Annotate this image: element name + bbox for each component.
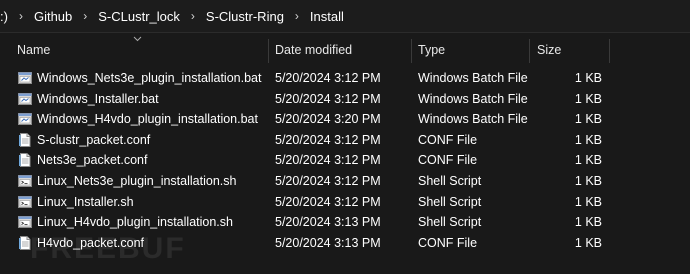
column-header-name[interactable]: Name bbox=[17, 37, 50, 63]
file-type: Shell Script bbox=[418, 215, 482, 230]
batch-file-icon bbox=[18, 112, 32, 126]
file-name: Linux_Installer.sh bbox=[37, 194, 134, 209]
file-row[interactable]: Linux_H4vdo_plugin_installation.sh 5/20/2… bbox=[0, 212, 690, 233]
file-row[interactable]: Linux_Nets3e_plugin_installation.sh 5/20/… bbox=[0, 171, 690, 192]
breadcrumb-item-github[interactable]: Github bbox=[30, 9, 76, 24]
breadcrumb: :) › Github › S-CLustr_lock › S-Clustr-R… bbox=[0, 0, 690, 33]
breadcrumb-item-drive[interactable]: :) bbox=[0, 9, 12, 24]
file-date-modified: 5/20/2024 3:12 PM bbox=[275, 132, 381, 147]
column-divider[interactable] bbox=[609, 39, 610, 63]
file-name: Nets3e_packet.conf bbox=[37, 153, 148, 168]
column-divider[interactable] bbox=[411, 39, 412, 63]
batch-file-icon bbox=[18, 92, 32, 106]
file-size: 1 KB bbox=[574, 194, 602, 209]
column-header-row: Name Date modified Type Size bbox=[0, 36, 690, 63]
chevron-right-icon[interactable]: › bbox=[288, 9, 306, 23]
file-row[interactable]: H4vdo_packet.conf 5/20/2024 3:13 PM CONF F… bbox=[0, 233, 690, 254]
column-header-type[interactable]: Type bbox=[418, 37, 445, 63]
file-list: Windows_Nets3e_plugin_installation.bat 5/… bbox=[0, 68, 690, 253]
file-type: CONF File bbox=[418, 153, 478, 168]
file-explorer-window: :) › Github › S-CLustr_lock › S-Clustr-R… bbox=[0, 0, 690, 274]
shell-script-icon bbox=[18, 215, 32, 229]
column-header-date[interactable]: Date modified bbox=[275, 37, 352, 63]
file-date-modified: 5/20/2024 3:12 PM bbox=[275, 71, 381, 85]
file-type: Windows Batch File bbox=[418, 71, 528, 85]
file-name: S-clustr_packet.conf bbox=[37, 132, 151, 147]
file-date-modified: 5/20/2024 3:12 PM bbox=[275, 194, 381, 209]
file-row[interactable]: Linux_Installer.sh 5/20/2024 3:12 PM Shell… bbox=[0, 192, 690, 213]
file-date-modified: 5/20/2024 3:12 PM bbox=[275, 91, 381, 106]
column-divider[interactable] bbox=[529, 39, 530, 63]
file-date-modified: 5/20/2024 3:13 PM bbox=[275, 215, 381, 230]
file-type: CONF File bbox=[418, 235, 478, 250]
chevron-right-icon[interactable]: › bbox=[76, 9, 94, 23]
batch-file-icon bbox=[18, 71, 32, 85]
file-name: Windows_H4vdo_plugin_installation.bat bbox=[37, 112, 258, 127]
file-row[interactable]: Windows_Nets3e_plugin_installation.bat 5/… bbox=[0, 68, 690, 89]
file-type: Windows Batch File bbox=[418, 91, 528, 106]
breadcrumb-item-s-clustr-lock[interactable]: S-CLustr_lock bbox=[94, 9, 184, 24]
file-row[interactable]: S-clustr_packet.conf 5/20/2024 3:12 PM CON… bbox=[0, 130, 690, 151]
conf-file-icon bbox=[18, 235, 32, 250]
file-row[interactable]: Windows_Installer.bat 5/20/2024 3:12 PM Wi… bbox=[0, 89, 690, 110]
file-size: 1 KB bbox=[574, 235, 602, 250]
shell-script-icon bbox=[18, 174, 32, 188]
file-size: 1 KB bbox=[574, 215, 602, 230]
file-size: 1 KB bbox=[574, 91, 602, 106]
file-type: Shell Script bbox=[418, 194, 482, 209]
file-type: Windows Batch File bbox=[418, 112, 528, 127]
file-size: 1 KB bbox=[574, 173, 602, 188]
file-size: 1 KB bbox=[574, 153, 602, 168]
file-name: Windows_Installer.bat bbox=[37, 91, 159, 106]
breadcrumb-item-s-clustr-ring[interactable]: S-Clustr-Ring bbox=[202, 9, 288, 24]
column-header-size[interactable]: Size bbox=[537, 37, 561, 63]
file-name: Linux_H4vdo_plugin_installation.sh bbox=[37, 215, 233, 230]
file-row[interactable]: Nets3e_packet.conf 5/20/2024 3:12 PM CONF … bbox=[0, 150, 690, 171]
file-size: 1 KB bbox=[574, 132, 602, 147]
file-size: 1 KB bbox=[574, 112, 602, 127]
file-size: 1 KB bbox=[574, 71, 602, 85]
file-date-modified: 5/20/2024 3:13 PM bbox=[275, 235, 381, 250]
sort-chevron-icon[interactable] bbox=[133, 36, 142, 42]
file-date-modified: 5/20/2024 3:12 PM bbox=[275, 153, 381, 168]
shell-script-icon bbox=[18, 195, 32, 209]
file-type: Shell Script bbox=[418, 173, 482, 188]
breadcrumb-item-install[interactable]: Install bbox=[306, 9, 348, 24]
file-name: H4vdo_packet.conf bbox=[37, 235, 145, 250]
chevron-right-icon[interactable]: › bbox=[184, 9, 202, 23]
file-row[interactable]: Windows_H4vdo_plugin_installation.bat 5/2… bbox=[0, 109, 690, 130]
file-name: Linux_Nets3e_plugin_installation.sh bbox=[37, 173, 237, 188]
chevron-right-icon[interactable]: › bbox=[12, 9, 30, 23]
column-divider[interactable] bbox=[268, 39, 269, 63]
conf-file-icon bbox=[18, 132, 32, 147]
file-date-modified: 5/20/2024 3:20 PM bbox=[275, 112, 381, 127]
file-type: CONF File bbox=[418, 132, 478, 147]
file-name: Windows_Nets3e_plugin_installation.bat bbox=[37, 71, 262, 85]
file-date-modified: 5/20/2024 3:12 PM bbox=[275, 173, 381, 188]
conf-file-icon bbox=[18, 153, 32, 168]
